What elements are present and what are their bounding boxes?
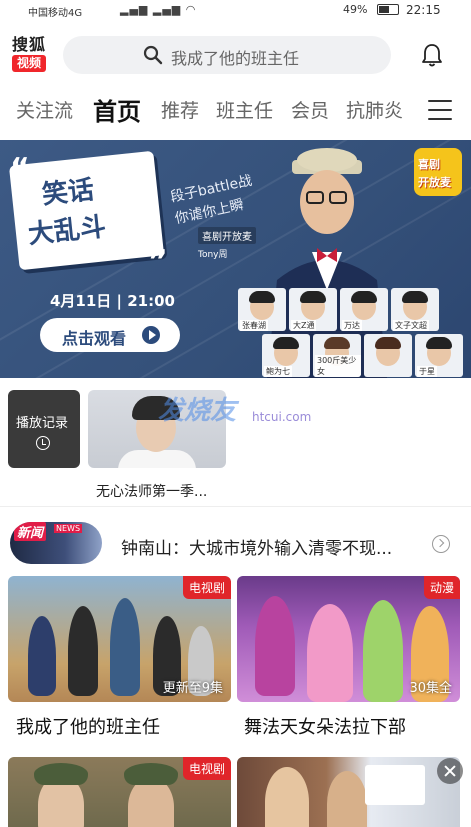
tab-recommend[interactable]: 推荐 — [161, 96, 199, 123]
tab-following[interactable]: 关注流 — [16, 96, 73, 123]
battery-level: 49% — [343, 3, 368, 16]
show-tag: 喜剧开放麦 — [198, 227, 256, 244]
video-card-title[interactable]: 舞法天女朵法拉下部 — [244, 713, 406, 739]
channel-tabs: 关注流 首页 推荐 班主任 会员 抗肺炎 — [0, 86, 471, 136]
cast-name: 于星 — [417, 366, 437, 377]
carrier-label: 中国移动4G — [28, 8, 83, 19]
cast-name: 文子文超 — [393, 320, 429, 331]
banner-datetime: 4月11日 | 21:00 — [50, 292, 175, 310]
banner-title-card: 笑话 大乱斗 — [8, 150, 165, 271]
logo-badge: 视频 — [12, 55, 46, 72]
recent-video-title[interactable]: 无心法师第一季... — [96, 481, 207, 501]
tab-class-teacher[interactable]: 班主任 — [216, 96, 273, 123]
category-badge: 动漫 — [423, 576, 460, 599]
cast-name: 300斤美少女 — [315, 355, 361, 377]
app-logo[interactable]: 搜狐 视频 — [12, 36, 48, 74]
close-icon[interactable] — [437, 758, 463, 784]
cast-member: 张春湖 — [238, 288, 286, 331]
host-name: Tony周 — [198, 250, 228, 260]
category-badge: 电视剧 — [182, 576, 231, 599]
news-headline[interactable]: 钟南山：大城市境外输入清零不现... — [121, 534, 392, 559]
play-icon — [142, 326, 160, 344]
tab-home[interactable]: 首页 — [93, 92, 141, 127]
menu-icon[interactable] — [428, 100, 452, 120]
video-card-thumbnail[interactable]: 动漫 30集全 — [237, 576, 460, 702]
brand-line1: 喜剧 — [418, 158, 440, 171]
cast-name: 万达 — [342, 320, 362, 331]
news-badge-label: 新闻 — [14, 522, 47, 541]
banner-date: 4月11日 — [50, 292, 112, 310]
cast-member: 于星 — [415, 334, 463, 377]
watch-now-button[interactable]: 点击观看 — [40, 318, 180, 352]
episode-note: 30集全 — [409, 681, 452, 696]
brand-line2: 开放麦 — [418, 176, 451, 189]
chevron-right-icon[interactable] — [432, 535, 450, 553]
banner-title-line2: 大乱斗 — [26, 212, 108, 251]
tab-vip[interactable]: 会员 — [291, 96, 329, 123]
news-badge-sub: NEWS — [54, 524, 83, 533]
battery-icon — [377, 4, 399, 15]
banner-slogan: 段子battle战 你谑你上瞬 — [168, 170, 258, 230]
cast-member: 大Z通 — [289, 288, 337, 331]
banner-title-line1: 笑话 — [40, 175, 96, 211]
signal-icon: ▂▄▆ ▂▄▆ ◠ — [120, 3, 197, 16]
search-bar[interactable]: 我成了他的班主任 — [63, 36, 391, 74]
quote-close-icon: ” — [148, 244, 168, 279]
status-bar: 中国移动4G ▂▄▆ ▂▄▆ ◠ 49% 22:15 — [0, 0, 471, 22]
banner-time: 21:00 — [127, 292, 175, 310]
video-card-thumbnail[interactable]: 电视剧 — [8, 757, 231, 827]
play-history-label: 播放记录 — [16, 416, 69, 431]
notification-bell-icon[interactable] — [420, 42, 444, 68]
news-badge[interactable]: 新闻 NEWS — [10, 522, 102, 564]
cast-member — [364, 334, 412, 377]
cast-name: 鲍为七 — [264, 366, 292, 377]
cast-name: 大Z通 — [291, 320, 317, 331]
watermark-url: htcui.com — [252, 410, 312, 424]
app-header: 搜狐 视频 我成了他的班主任 — [0, 22, 471, 84]
episode-note: 更新至9集 — [162, 681, 223, 696]
clock-icon — [36, 436, 50, 450]
cast-member: 万达 — [340, 288, 388, 331]
category-badge: 电视剧 — [182, 757, 231, 780]
search-icon — [143, 45, 163, 65]
divider — [0, 506, 471, 507]
watermark-logo: 发烧友 — [158, 396, 237, 426]
cast-member: 文子文超 — [391, 288, 439, 331]
comedy-open-mic-logo: 喜剧 开放麦 — [414, 148, 462, 196]
ad-card-thumbnail[interactable] — [237, 757, 460, 827]
cast-member: 鲍为七 — [262, 334, 310, 377]
logo-text: 搜狐 — [12, 35, 47, 54]
search-placeholder: 我成了他的班主任 — [171, 49, 300, 68]
play-history-button[interactable]: 播放记录 — [8, 390, 80, 468]
tab-anti-pneumonia[interactable]: 抗肺炎 — [346, 96, 403, 123]
clock: 22:15 — [406, 3, 441, 17]
video-card-title[interactable]: 我成了他的班主任 — [16, 713, 160, 739]
video-card-thumbnail[interactable]: 电视剧 更新至9集 — [8, 576, 231, 702]
watch-now-label: 点击观看 — [62, 329, 127, 348]
cast-member: 300斤美少女 — [313, 334, 361, 377]
promo-banner[interactable]: “ 笑话 大乱斗 ” 段子battle战 你谑你上瞬 喜剧开放麦 Tony周 4… — [0, 140, 471, 378]
cast-name: 张春湖 — [240, 320, 268, 331]
